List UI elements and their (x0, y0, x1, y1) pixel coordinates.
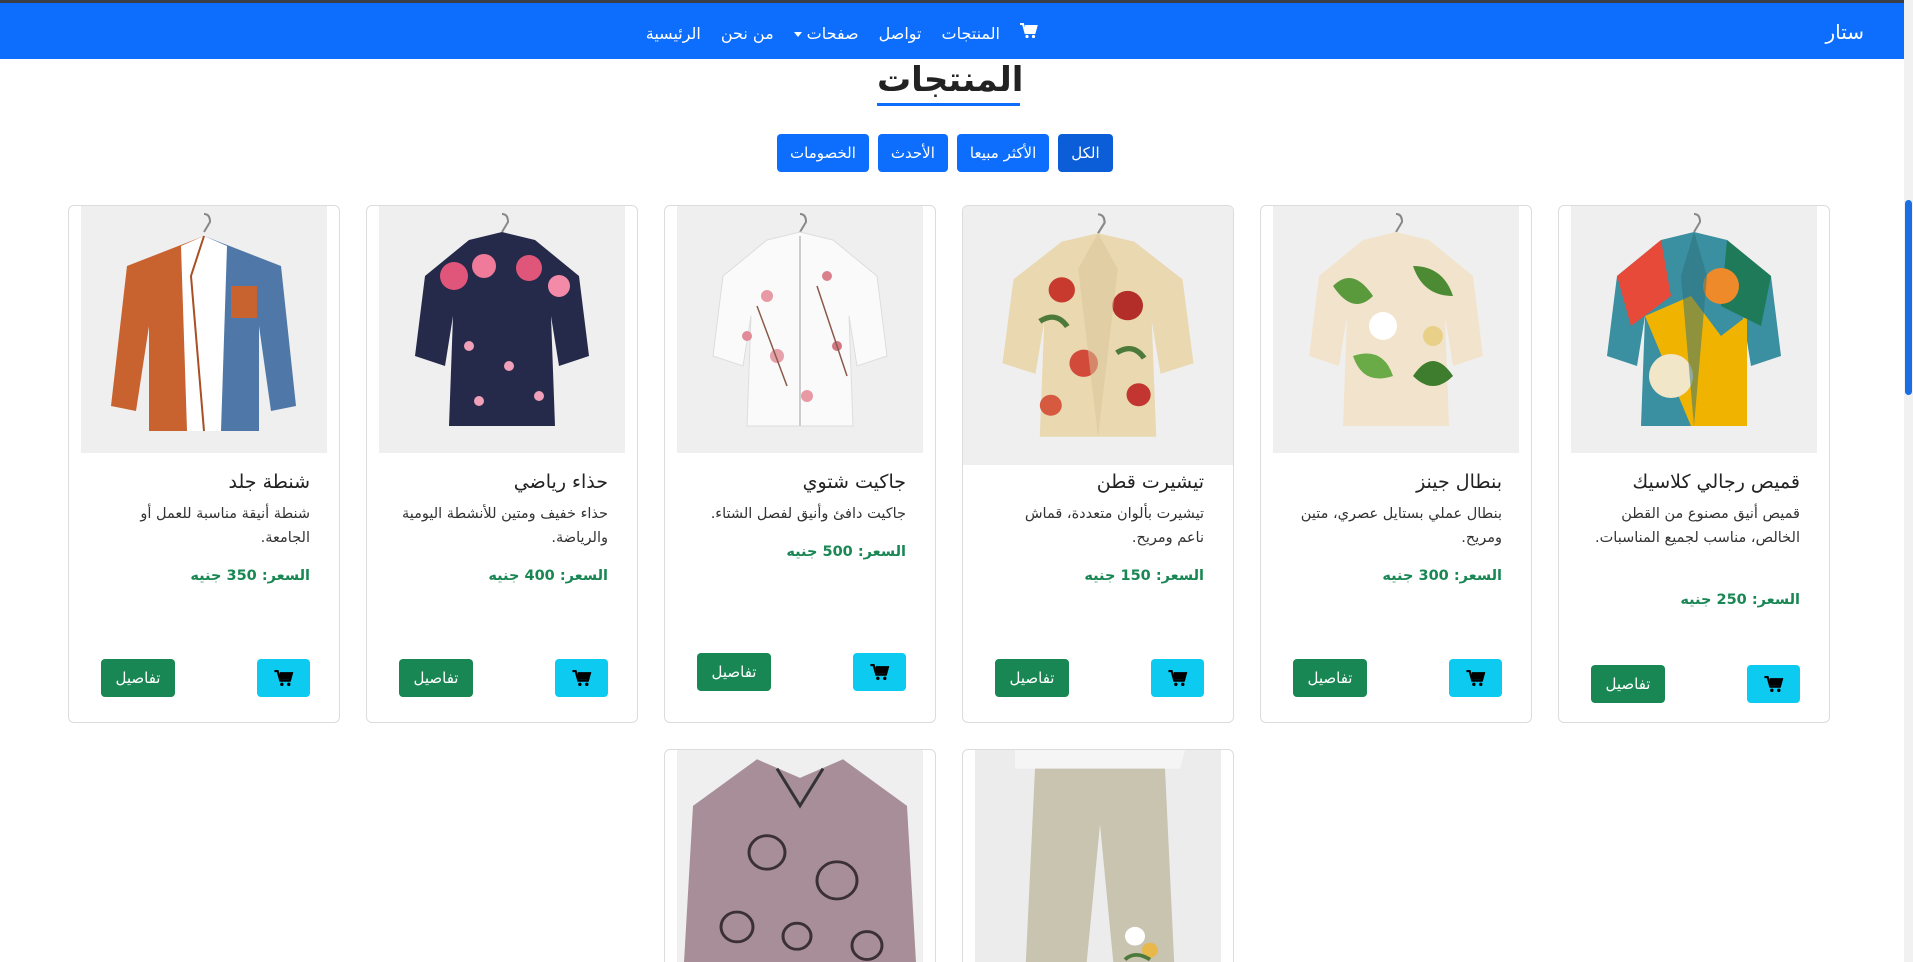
details-button[interactable]: تفاصيل (101, 659, 175, 697)
cart-icon[interactable] (1020, 23, 1038, 43)
product-image[interactable] (963, 206, 1233, 465)
product-name: شنطة جلد (228, 471, 310, 493)
details-button[interactable]: تفاصيل (399, 659, 473, 697)
product-name: جاكيت شتوي (802, 471, 906, 493)
nav-links: الرئيسية من نحن صفحات تواصل المنتجات (626, 23, 1038, 43)
product-price: السعر: 350 جنيه (190, 568, 310, 584)
brand-logo[interactable]: ستار (1825, 20, 1864, 44)
add-to-cart-button[interactable] (1747, 665, 1800, 703)
product-description: شنطة أنيقة مناسبة للعمل أو الجامعة. (140, 506, 310, 546)
product-price: السعر: 500 جنيه (786, 544, 906, 560)
product-card (962, 749, 1234, 962)
cart-icon (273, 669, 293, 686)
product-description: جاكيت دافئ وأنيق لفصل الشتاء. (710, 506, 906, 522)
product-image[interactable] (81, 206, 327, 453)
nav-pages-dropdown[interactable]: صفحات (793, 23, 859, 43)
cart-icon (571, 669, 591, 686)
nav-pages-label: صفحات (806, 23, 859, 43)
multicolor-floral-shirt-image (1571, 206, 1817, 453)
cart-icon (1167, 669, 1187, 686)
filter-bar: الخصومات الأحدث الأكثر مبيعا الكل (777, 134, 1113, 172)
red-floral-shirt-image (963, 206, 1233, 465)
add-to-cart-button[interactable] (555, 659, 608, 697)
filter-newest[interactable]: الأحدث (877, 134, 948, 172)
filter-discounts[interactable]: الخصومات (777, 134, 869, 172)
product-name: بنطال جينز (1416, 471, 1502, 493)
linen-pants-image (975, 750, 1221, 962)
product-image[interactable] (379, 206, 625, 453)
product-price: السعر: 400 جنيه (488, 568, 608, 584)
product-name: قميص رجالي كلاسيك (1632, 471, 1800, 493)
navbar: ستار الرئيسية من نحن صفحات تواصل المنتجا… (0, 0, 1904, 59)
scrollbar[interactable] (1904, 0, 1913, 962)
product-image[interactable] (1273, 206, 1519, 453)
section-title: المنتجات (877, 60, 1024, 100)
filter-best-selling[interactable]: الأكثر مبيعا (956, 134, 1050, 172)
product-card: بنطال جينز بنطال عملي بستايل عصري، متين … (1260, 205, 1532, 723)
product-image[interactable] (677, 206, 923, 453)
product-card: قميص رجالي كلاسيك قميص أنيق مصنوع من الق… (1558, 205, 1830, 723)
nav-about[interactable]: من نحن (721, 24, 774, 43)
navy-floral-shirt-image (379, 206, 625, 453)
details-button[interactable]: تفاصيل (1591, 665, 1665, 703)
nav-products[interactable]: المنتجات (942, 24, 1001, 43)
product-name: تيشيرت قطن (1096, 471, 1204, 493)
scrollbar-thumb[interactable] (1905, 200, 1912, 395)
product-card: شنطة جلد شنطة أنيقة مناسبة للعمل أو الجا… (68, 205, 340, 723)
product-description: قميص أنيق مصنوع من القطن الخالص، مناسب ل… (1595, 506, 1800, 546)
product-name: حذاء رياضي (513, 471, 608, 493)
caret-down-icon (793, 31, 802, 37)
product-price: السعر: 250 جنيه (1680, 592, 1800, 608)
filter-all[interactable]: الكل (1058, 134, 1113, 172)
nav-contact[interactable]: تواصل (879, 24, 922, 43)
details-button[interactable]: تفاصيل (1293, 659, 1367, 697)
orange-denim-shirt-image (81, 206, 327, 453)
add-to-cart-button[interactable] (1449, 659, 1502, 697)
product-card: تيشيرت قطن تيشيرت بألوان متعددة، قماش نا… (962, 205, 1234, 723)
purple-pattern-blouse-image (677, 750, 923, 962)
product-description: بنطال عملي بستايل عصري، متين ومريح. (1300, 506, 1502, 546)
pink-blossom-shirt-image (677, 206, 923, 453)
product-image[interactable] (975, 750, 1221, 962)
product-description: حذاء خفيف ومتين للأنشطة اليومية والرياضة… (401, 506, 608, 546)
product-description: تيشيرت بألوان متعددة، قماش ناعم ومريح. (1024, 506, 1204, 546)
product-price: السعر: 300 جنيه (1382, 568, 1502, 584)
add-to-cart-button[interactable] (853, 653, 906, 691)
product-card: جاكيت شتوي جاكيت دافئ وأنيق لفصل الشتاء.… (664, 205, 936, 723)
product-price: السعر: 150 جنيه (1084, 568, 1204, 584)
details-button[interactable]: تفاصيل (697, 653, 771, 691)
details-button[interactable]: تفاصيل (995, 659, 1069, 697)
cart-icon (1465, 669, 1485, 686)
cart-icon (869, 663, 889, 680)
cart-icon (1763, 675, 1783, 692)
product-card (664, 749, 936, 962)
title-underline (877, 103, 1020, 106)
product-image[interactable] (677, 750, 923, 962)
nav-home[interactable]: الرئيسية (646, 24, 701, 43)
add-to-cart-button[interactable] (1151, 659, 1204, 697)
add-to-cart-button[interactable] (257, 659, 310, 697)
product-card: حذاء رياضي حذاء خفيف ومتين للأنشطة اليوم… (366, 205, 638, 723)
green-leaf-shirt-image (1273, 206, 1519, 453)
product-image[interactable] (1571, 206, 1817, 453)
